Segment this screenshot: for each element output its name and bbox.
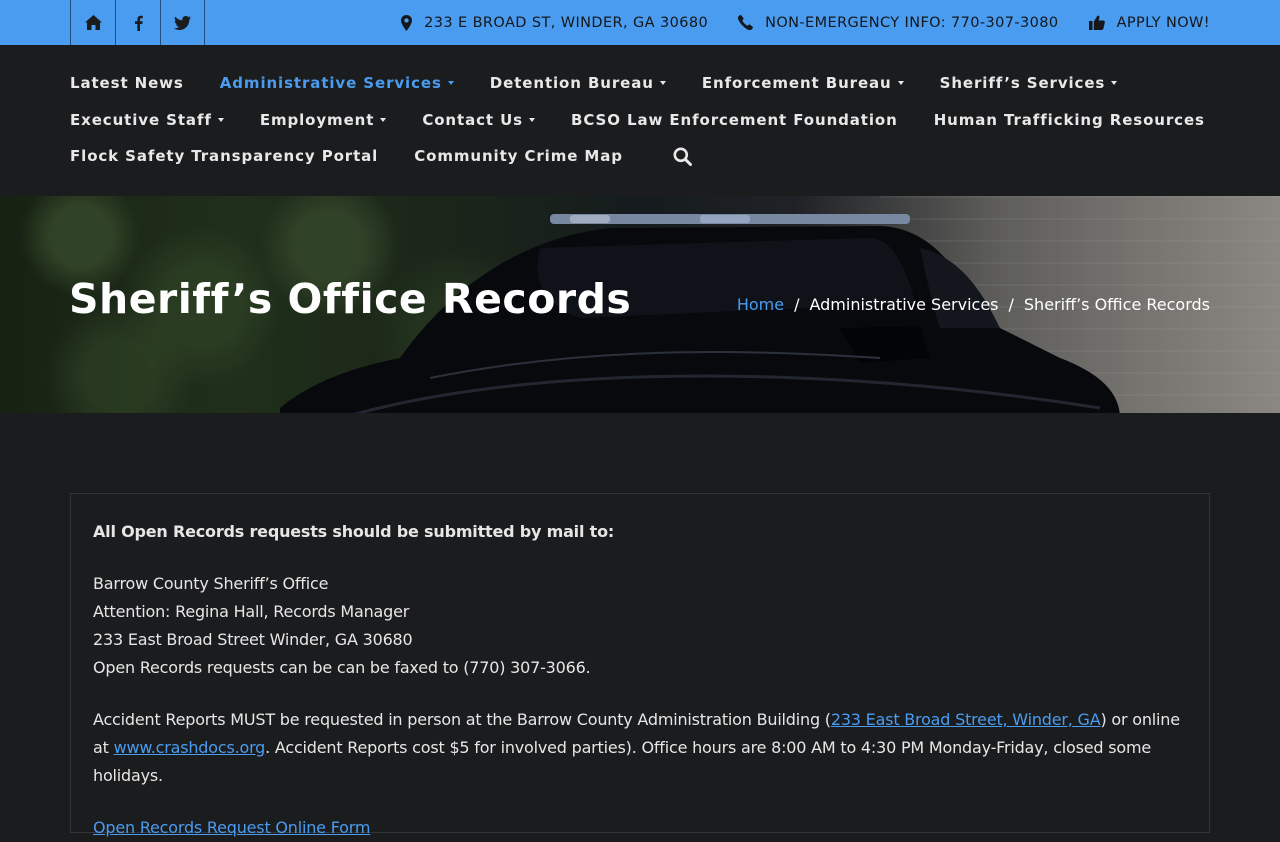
nav-item-label: Employment <box>259 111 375 129</box>
caret-down-icon <box>447 81 454 85</box>
nav-item-label: Executive Staff <box>70 111 212 129</box>
caret-down-icon <box>217 118 224 122</box>
nav-item-administrative-services[interactable]: Administrative Services <box>220 74 454 92</box>
nav-item-label: Administrative Services <box>219 74 442 92</box>
top-bar: 233 E BROAD ST, WINDER, GA 30680 NON-EME… <box>0 0 1280 45</box>
thumbs-up-icon <box>1088 15 1105 30</box>
administration-building-address-link[interactable]: 233 East Broad Street, Winder, GA <box>831 710 1101 729</box>
mailing-address-block: Barrow County Sheriff’s Office Attention… <box>93 570 1187 682</box>
fax-line: Open Records requests can be can be faxe… <box>93 658 591 677</box>
breadcrumb-separator: / <box>794 295 800 314</box>
nav-row-2: Executive Staff Employment Contact Us BC… <box>70 110 1205 130</box>
nav-item-flock-safety[interactable]: Flock Safety Transparency Portal <box>70 147 378 165</box>
main-nav: Latest News Administrative Services Dete… <box>0 45 1280 196</box>
nav-item-detention-bureau[interactable]: Detention Bureau <box>490 74 666 92</box>
nav-item-label: Contact Us <box>422 111 523 129</box>
nav-item-human-trafficking[interactable]: Human Trafficking Resources <box>934 111 1205 129</box>
nav-item-label: Enforcement Bureau <box>701 74 892 92</box>
twitter-button[interactable] <box>160 0 205 45</box>
home-button[interactable] <box>70 0 115 45</box>
nav-item-executive-staff[interactable]: Executive Staff <box>70 111 224 129</box>
crashdocs-link[interactable]: www.crashdocs.org <box>114 738 266 757</box>
apply-now-text: APPLY NOW! <box>1116 14 1210 31</box>
nav-item-sheriffs-services[interactable]: Sheriff’s Services <box>940 74 1118 92</box>
map-marker-icon <box>401 14 413 31</box>
nav-item-label: Detention Bureau <box>489 74 654 92</box>
address-line: Barrow County Sheriff’s Office <box>93 574 329 593</box>
home-icon <box>84 15 102 30</box>
open-records-form-link[interactable]: Open Records Request Online Form <box>93 818 370 837</box>
phone-text: NON-EMERGENCY INFO: 770-307-3080 <box>765 14 1059 31</box>
top-info: 233 E BROAD ST, WINDER, GA 30680 NON-EME… <box>401 0 1210 45</box>
nav-item-label: Community Crime Map <box>414 147 623 165</box>
breadcrumb-separator: / <box>1008 295 1014 314</box>
caret-down-icon <box>380 118 387 122</box>
nav-item-label: Latest News <box>70 74 184 92</box>
address-link[interactable]: 233 E BROAD ST, WINDER, GA 30680 <box>401 14 709 31</box>
open-records-form-paragraph: Open Records Request Online Form <box>93 814 1187 842</box>
facebook-icon <box>134 15 143 31</box>
nav-item-label: Flock Safety Transparency Portal <box>70 147 379 165</box>
breadcrumb: Home / Administrative Services / Sheriff… <box>737 295 1210 314</box>
apply-now-link[interactable]: APPLY NOW! <box>1088 14 1210 31</box>
nav-row-1: Latest News Administrative Services Dete… <box>70 73 1118 93</box>
search-icon <box>673 147 692 166</box>
records-content-panel: All Open Records requests should be subm… <box>70 493 1210 837</box>
address-line: Attention: Regina Hall, Records Manager <box>93 602 410 621</box>
nav-item-latest-news[interactable]: Latest News <box>70 74 184 92</box>
nav-row-3: Flock Safety Transparency Portal Communi… <box>70 146 692 166</box>
breadcrumb-current: Sheriff’s Office Records <box>1023 295 1210 314</box>
social-links <box>70 0 205 45</box>
facebook-button[interactable] <box>115 0 160 45</box>
caret-down-icon <box>1111 81 1118 85</box>
breadcrumb-home-link[interactable]: Home <box>737 295 784 314</box>
caret-down-icon <box>659 81 666 85</box>
nav-item-label: Sheriff’s Services <box>939 74 1106 92</box>
phone-link[interactable]: NON-EMERGENCY INFO: 770-307-3080 <box>738 15 1058 31</box>
nav-item-community-crime-map[interactable]: Community Crime Map <box>414 147 623 165</box>
caret-down-icon <box>529 118 535 122</box>
nav-item-enforcement-bureau[interactable]: Enforcement Bureau <box>702 74 904 92</box>
accident-text-pre: Accident Reports MUST be requested in pe… <box>93 710 831 729</box>
address-line: 233 East Broad Street Winder, GA 30680 <box>93 630 413 649</box>
twitter-icon <box>174 15 191 30</box>
page-hero: Sheriff’s Office Records Home / Administ… <box>0 196 1280 413</box>
phone-icon <box>738 15 754 30</box>
address-text: 233 E BROAD ST, WINDER, GA 30680 <box>424 14 709 31</box>
nav-item-label: BCSO Law Enforcement Foundation <box>571 111 898 129</box>
search-button[interactable] <box>673 147 692 166</box>
breadcrumb-parent: Administrative Services <box>809 295 999 314</box>
records-intro: All Open Records requests should be subm… <box>93 522 615 541</box>
caret-down-icon <box>897 81 904 85</box>
nav-item-contact-us[interactable]: Contact Us <box>422 111 535 129</box>
nav-item-employment[interactable]: Employment <box>260 111 387 129</box>
page-title: Sheriff’s Office Records <box>69 275 632 323</box>
nav-item-bcso-foundation[interactable]: BCSO Law Enforcement Foundation <box>571 111 898 129</box>
nav-item-label: Human Trafficking Resources <box>933 111 1205 129</box>
accident-reports-paragraph: Accident Reports MUST be requested in pe… <box>93 706 1187 790</box>
